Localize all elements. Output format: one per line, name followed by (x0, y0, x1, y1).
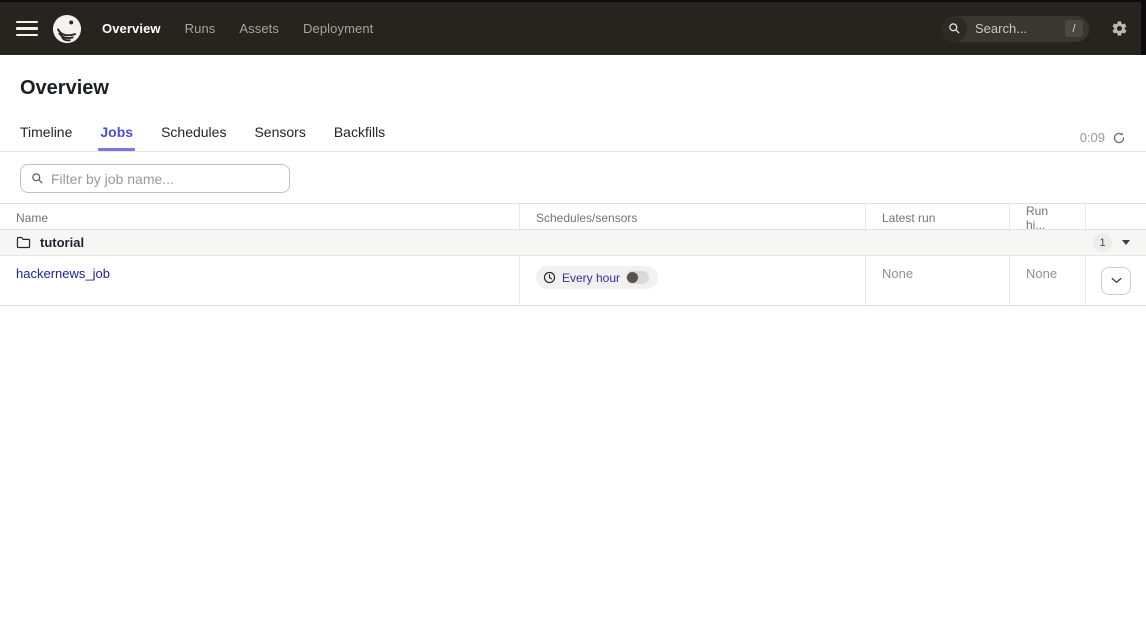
tab-jobs[interactable]: Jobs (100, 124, 133, 151)
filter-search-icon (31, 172, 44, 185)
tab-schedules[interactable]: Schedules (161, 124, 226, 151)
overview-tabs-bar: Timeline Jobs Schedules Sensors Backfill… (0, 118, 1146, 152)
row-actions-cell (1086, 256, 1146, 305)
jobs-table: Name Schedules/sensors Latest run Run hi… (0, 203, 1146, 306)
top-navbar: Overview Runs Assets Deployment Search..… (0, 2, 1146, 55)
dagster-logo-icon[interactable] (52, 14, 82, 44)
refresh-countdown: 0:09 (1080, 130, 1105, 145)
table-header-row: Name Schedules/sensors Latest run Run hi… (0, 204, 1146, 230)
run-history-value: None (1026, 266, 1057, 281)
refresh-icon[interactable] (1112, 131, 1126, 145)
schedule-pill[interactable]: Every hour (536, 266, 658, 289)
group-job-count-badge: 1 (1093, 233, 1112, 252)
nav-links: Overview Runs Assets Deployment (102, 21, 373, 36)
filter-section (0, 152, 1146, 203)
column-header-name: Name (0, 204, 520, 232)
search-placeholder: Search... (967, 21, 1065, 36)
group-collapse-caret-icon[interactable] (1122, 240, 1130, 245)
column-header-schedules: Schedules/sensors (520, 204, 866, 232)
row-menu-button[interactable] (1101, 267, 1131, 295)
search-shortcut-key: / (1065, 20, 1083, 37)
tab-sensors[interactable]: Sensors (254, 124, 305, 151)
chevron-down-icon (1111, 277, 1122, 284)
job-filter-input[interactable] (51, 171, 279, 187)
search-icon (941, 16, 967, 42)
schedule-toggle[interactable] (626, 271, 649, 284)
nav-item-deployment[interactable]: Deployment (303, 21, 373, 36)
page-title: Overview (20, 77, 1122, 100)
tab-backfills[interactable]: Backfills (334, 124, 385, 151)
tab-timeline[interactable]: Timeline (20, 124, 72, 151)
nav-item-overview[interactable]: Overview (102, 21, 161, 36)
column-header-run-history: Run hi... (1010, 204, 1086, 232)
column-header-latest-run: Latest run (866, 204, 1010, 232)
page-header: Overview (0, 55, 1146, 118)
hamburger-menu-icon[interactable] (16, 17, 38, 41)
folder-icon (16, 236, 31, 249)
nav-item-assets[interactable]: Assets (239, 21, 279, 36)
schedule-label: Every hour (562, 271, 620, 285)
group-name: tutorial (40, 235, 84, 250)
latest-run-value: None (882, 266, 913, 281)
latest-run-cell: None (866, 256, 1010, 305)
job-name-cell: hackernews_job (0, 256, 520, 305)
repo-group-row-tutorial[interactable]: tutorial 1 (0, 230, 1146, 256)
job-filter-field[interactable] (20, 164, 290, 193)
nav-right-edge (1141, 2, 1146, 55)
settings-gear-icon[interactable] (1111, 20, 1128, 37)
run-history-cell: None (1010, 256, 1086, 305)
table-row: hackernews_job Every hour None None (0, 256, 1146, 306)
job-name-link[interactable]: hackernews_job (16, 266, 110, 281)
nav-item-runs[interactable]: Runs (185, 21, 216, 36)
job-schedule-cell: Every hour (520, 256, 866, 305)
column-header-actions (1086, 204, 1146, 232)
global-search-input[interactable]: Search... / (941, 16, 1089, 42)
clock-icon (543, 271, 556, 284)
